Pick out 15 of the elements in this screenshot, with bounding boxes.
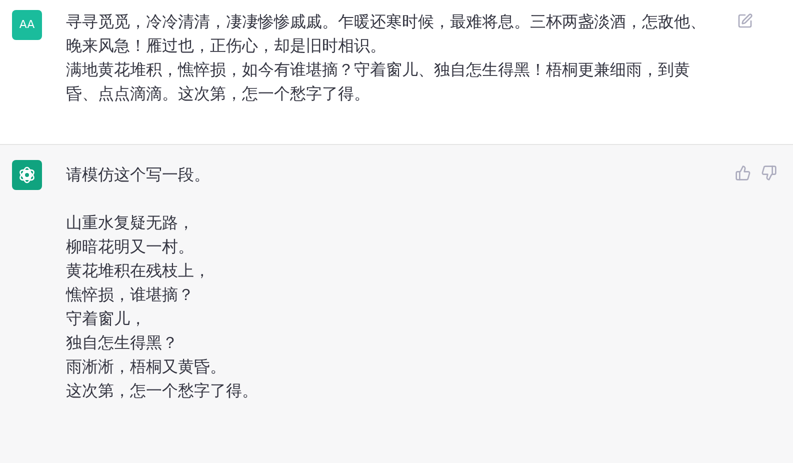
message-paragraph: 寻寻觅觅，冷冷清清，凄凄惨惨戚戚。乍暖还寒时候，最难将息。三杯两盏淡酒，怎敌他、晚来风急！雁过也，正伤心，却是旧时相识。 (66, 11, 707, 57)
message-paragraph: 满地黄花堆积，憔悴损，如今有谁堪摘？守着窗儿、独自怎生得黑！梧桐更兼细雨，到黄昏、点点滴滴。这次第，怎一个愁字了得。 (66, 59, 691, 105)
poem-line: 独自怎生得黑？ (66, 332, 179, 354)
poem-line: 雨淅淅，梧桐又黄昏。 (66, 356, 227, 378)
poem-line: 憔悴损，谁堪摘？ (66, 284, 195, 306)
thumbs-down-icon[interactable] (761, 164, 777, 182)
edit-icon[interactable] (737, 12, 753, 30)
thumbs-up-icon[interactable] (735, 164, 751, 182)
poem-line: 守着窗儿， (66, 308, 147, 330)
poem-line: 柳暗花明又一村。 (66, 236, 195, 258)
user-avatar: AA (12, 10, 42, 40)
poem-line: 这次第，怎一个愁字了得。 (66, 380, 259, 402)
poem-line: 山重水复疑无路， (66, 212, 195, 234)
message-paragraph: 请模仿这个写一段。 (66, 164, 211, 186)
poem-line: 黄花堆积在残枝上， (66, 260, 211, 282)
